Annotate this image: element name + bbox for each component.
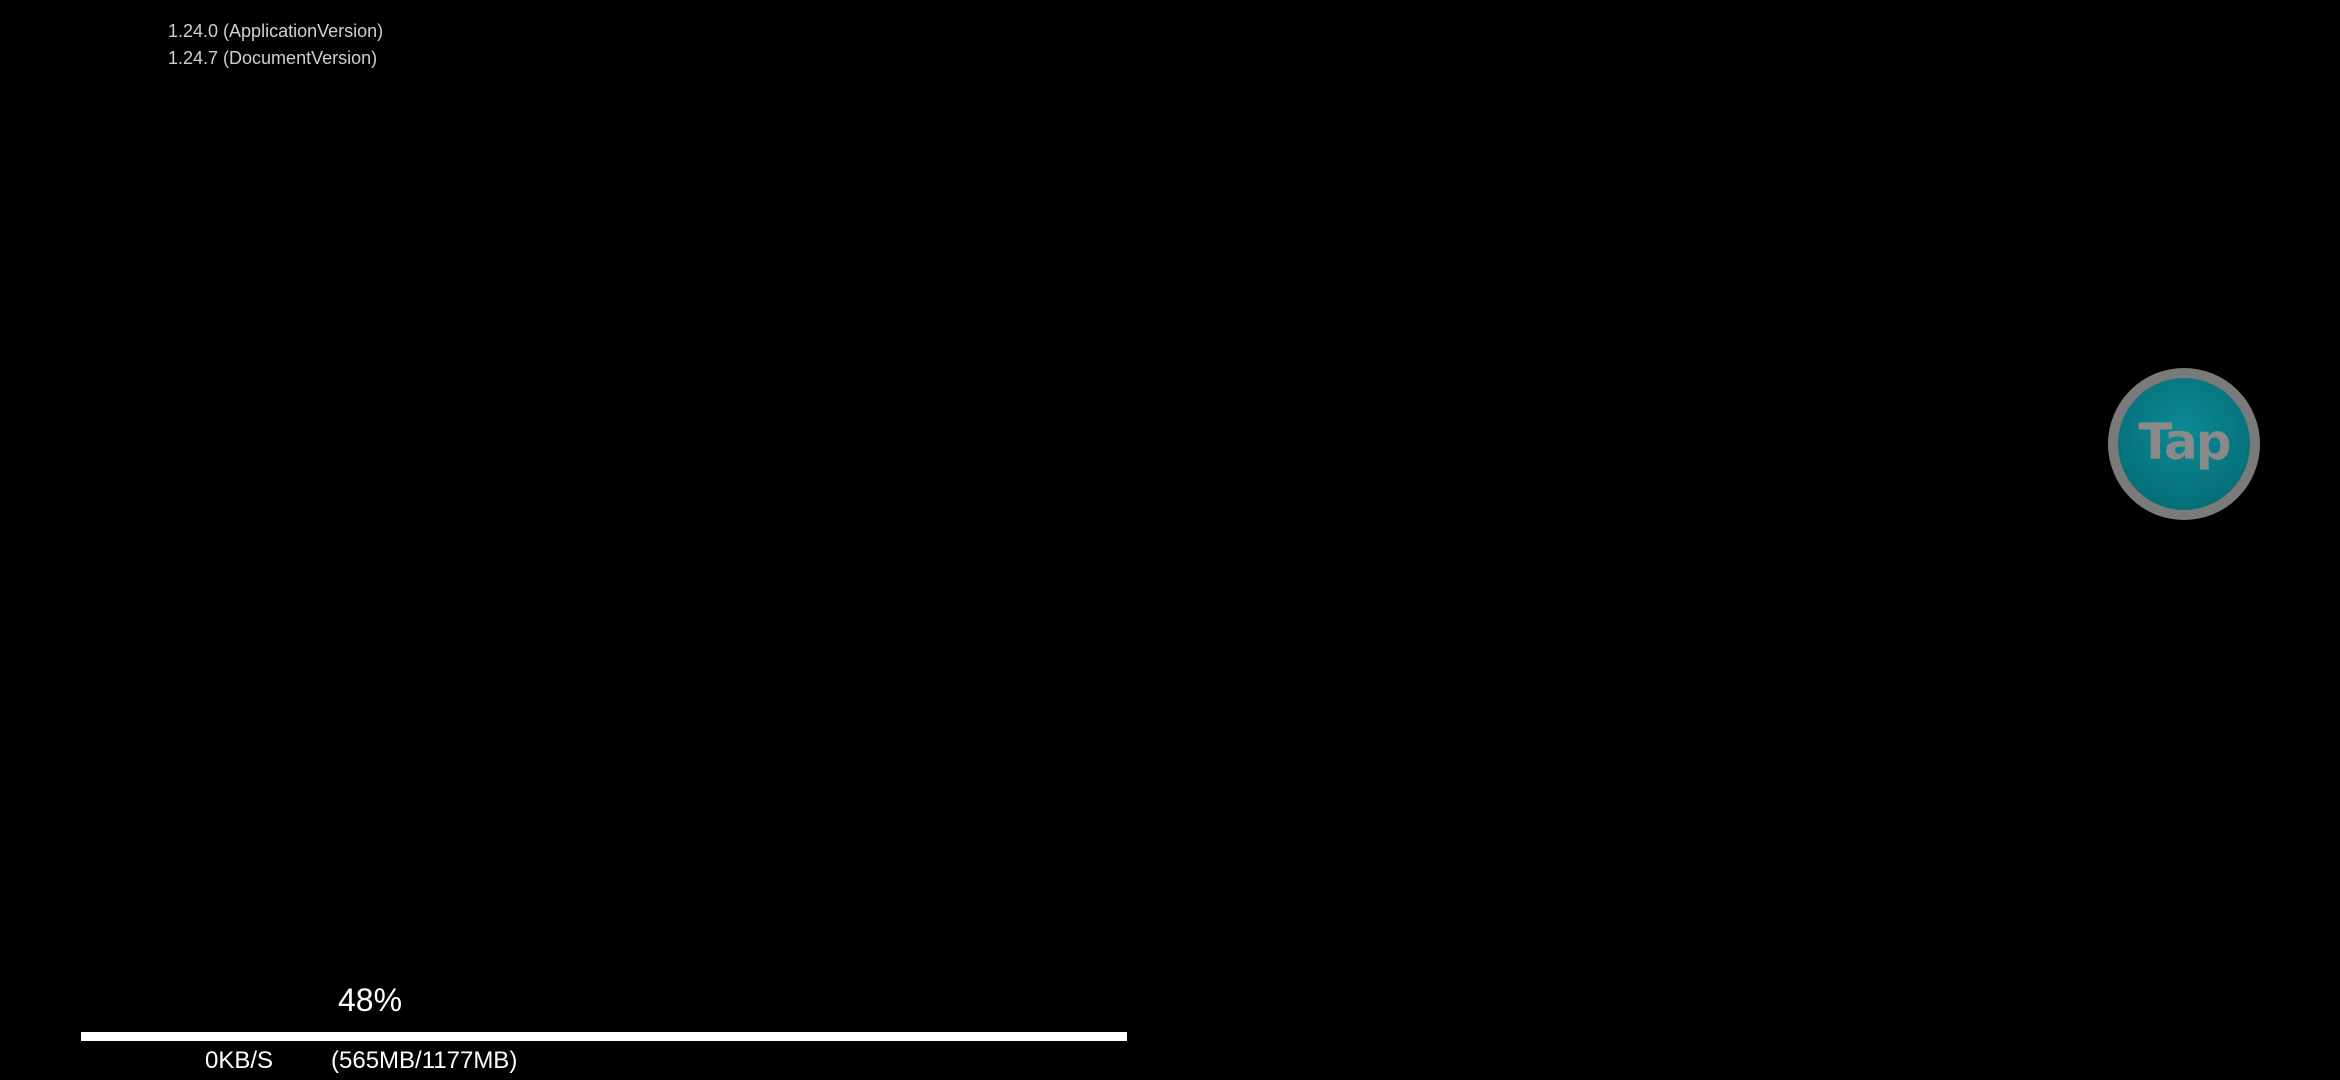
application-version-label: 1.24.0 (ApplicationVersion) [168,21,384,41]
download-speed: 0KB/S [205,1047,274,1074]
download-size: (565MB/1177MB) [331,1047,518,1074]
tap-button[interactable]: Tap [2108,368,2260,520]
document-version-label: 1.24.7 (DocumentVersion) [168,48,378,68]
download-progress-fill [81,1032,584,1041]
download-percent: 48% [337,982,403,1018]
tap-button-icon: Tap [2118,378,2250,510]
download-progress-bar [81,1032,1127,1041]
tap-button-label: Tap [2138,413,2231,471]
loading-screen: 1.24.0 (ApplicationVersion) 1.24.7 (Docu… [0,0,2340,1080]
